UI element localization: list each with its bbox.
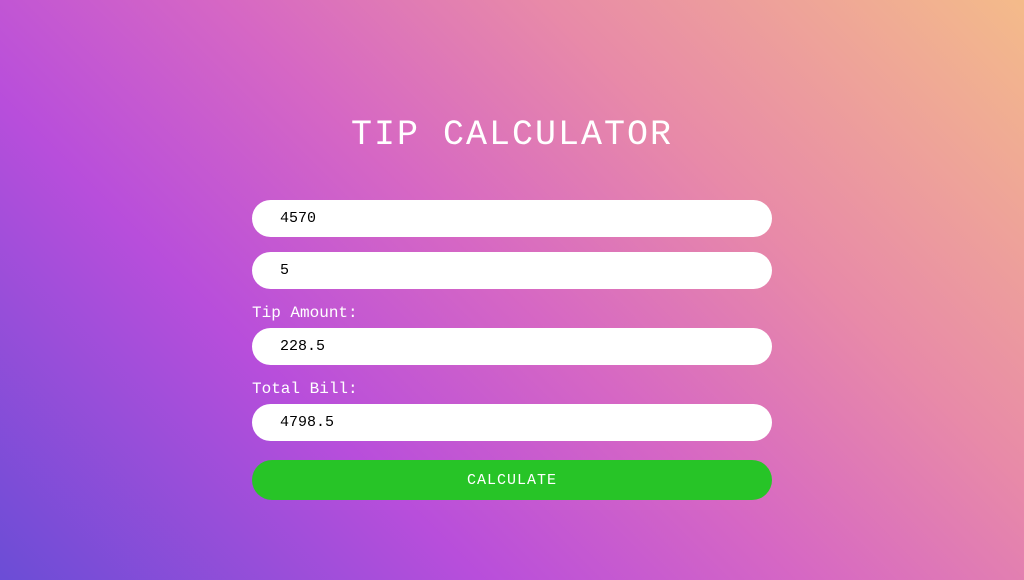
tip-amount-label: Tip Amount: (252, 304, 772, 322)
total-bill-output[interactable] (252, 404, 772, 441)
tip-amount-output[interactable] (252, 328, 772, 365)
total-bill-group: Total Bill: (252, 380, 772, 441)
total-bill-label: Total Bill: (252, 380, 772, 398)
tip-amount-group: Tip Amount: (252, 304, 772, 365)
tip-percent-input[interactable] (252, 252, 772, 289)
calculate-button[interactable]: CALCULATE (252, 460, 772, 500)
calculator-form: Tip Amount: Total Bill: CALCULATE (252, 200, 772, 500)
page-title: TIP CALCULATOR (351, 115, 673, 155)
bill-amount-input[interactable] (252, 200, 772, 237)
